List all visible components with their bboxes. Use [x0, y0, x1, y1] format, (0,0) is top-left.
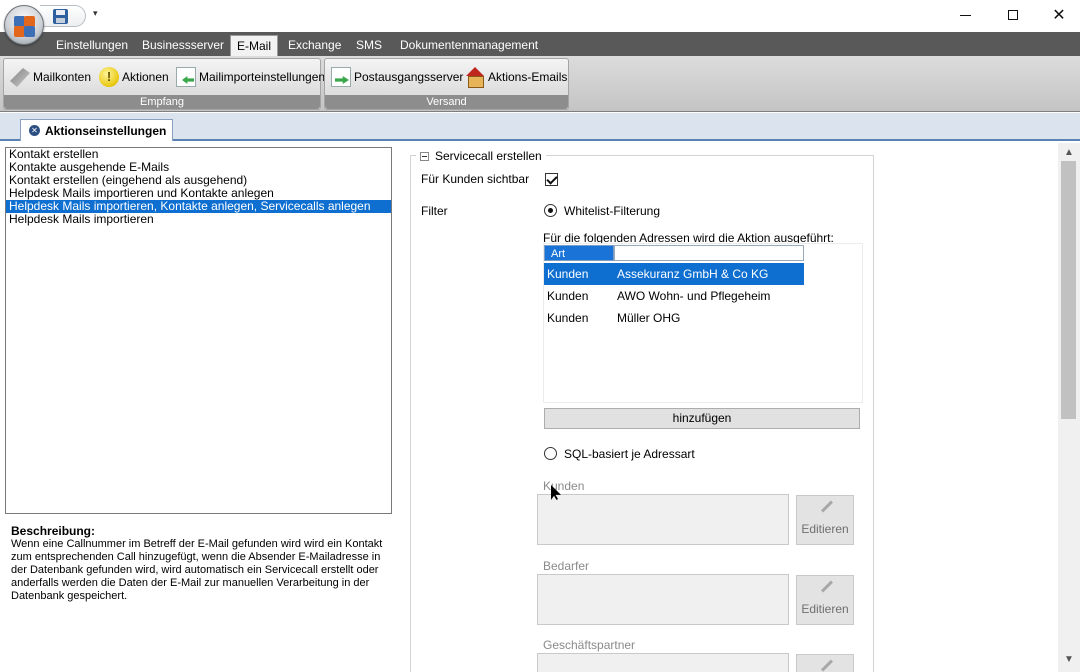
tab-businessserver[interactable]: Businessserver — [136, 35, 230, 56]
scroll-down-icon[interactable]: ▼ — [1058, 654, 1080, 670]
minimize-icon — [959, 14, 971, 16]
close-icon: ✕ — [1052, 7, 1066, 24]
quick-access-toolbar — [40, 5, 86, 27]
address-grid[interactable]: Art Kunden Assekuranz GmbH & Co KG Kunde… — [543, 243, 863, 403]
table-row[interactable]: Kunden Assekuranz GmbH & Co KG — [544, 263, 804, 285]
cell-art: Kunden — [547, 311, 589, 325]
vertical-scrollbar[interactable]: ▲ ▼ — [1058, 143, 1080, 672]
mailkonten-label: Mailkonten — [33, 70, 92, 84]
close-button[interactable]: ✕ — [1036, 0, 1080, 30]
aktionen-label: Aktionen — [122, 70, 169, 84]
description-title: Beschreibung: — [11, 524, 96, 538]
grid-header: Art — [544, 245, 804, 261]
document-tab-strip: ✕ Aktionseinstellungen — [0, 113, 1080, 141]
tab-exchange[interactable]: Exchange — [282, 35, 347, 56]
sql-radio[interactable] — [544, 447, 557, 460]
mail-import-icon — [176, 67, 196, 87]
grid-header-art[interactable]: Art — [544, 245, 614, 261]
mail-accounts-icon — [10, 68, 30, 87]
aktions-emails-label: Aktions-Emails — [488, 70, 568, 84]
tab-sms[interactable]: SMS — [350, 35, 388, 56]
mailimporteinstellungen-label: Mailimporteinstellungen — [199, 70, 326, 84]
close-tab-icon[interactable]: ✕ — [29, 125, 40, 136]
list-item[interactable]: Helpdesk Mails importieren — [6, 213, 391, 226]
aktionen-button[interactable]: Aktionen — [99, 65, 169, 89]
section-label-kunden: Kunden — [543, 479, 585, 493]
mouse-cursor-icon — [551, 485, 561, 501]
whitelist-label: Whitelist-Filterung — [564, 204, 661, 218]
group-label-versand: Versand — [325, 95, 568, 109]
mailimporteinstellungen-button[interactable]: Mailimporteinstellungen — [176, 65, 325, 89]
cell-art: Kunden — [547, 267, 589, 281]
minimize-button[interactable] — [942, 0, 988, 30]
postausgangsserver-button[interactable]: Postausgangsserver — [331, 65, 463, 89]
settings-pane: Servicecall erstellen Für Kunden sichtba… — [408, 143, 1058, 672]
save-icon[interactable] — [53, 9, 68, 24]
cell-art: Kunden — [547, 289, 589, 303]
quick-access-dropdown-icon[interactable]: ▾ — [93, 8, 98, 19]
grid-header-name[interactable] — [614, 245, 804, 261]
description-text: Wenn eine Callnummer im Betreff der E-Ma… — [11, 538, 383, 602]
warning-icon — [99, 67, 119, 87]
pencil-icon — [820, 500, 834, 513]
tab-aktionseinstellungen[interactable]: ✕ Aktionseinstellungen — [20, 119, 174, 141]
edit-bedarfer-label: Editieren — [801, 602, 849, 616]
servicecall-group-header[interactable]: Servicecall erstellen — [416, 149, 546, 163]
ribbon-tabs: Einstellungen Businessserver E-Mail Exch… — [0, 32, 1080, 56]
mailkonten-button[interactable]: Mailkonten — [10, 65, 91, 89]
table-row[interactable]: Kunden AWO Wohn- und Pflegeheim — [544, 285, 804, 307]
outgoing-server-icon — [331, 67, 351, 87]
group-empfang: Mailkonten Aktionen Mailimporteinstellun… — [3, 58, 325, 110]
title-bar: ▾ ✕ — [0, 0, 1080, 45]
pencil-icon — [820, 659, 834, 672]
sql-box-geschaeftspartner — [537, 653, 789, 672]
edit-kunden-button[interactable]: Editieren — [796, 495, 854, 545]
filter-label: Filter — [421, 204, 448, 218]
aktions-emails-button[interactable]: Aktions-Emails — [465, 65, 567, 89]
sql-box-kunden — [537, 494, 789, 545]
cell-name: Müller OHG — [617, 311, 681, 325]
edit-kunden-label: Editieren — [801, 522, 849, 536]
actions-pane: Kontakt erstellen Kontakte ausgehende E-… — [0, 143, 400, 672]
edit-geschaeftspartner-button[interactable] — [796, 654, 854, 672]
servicecall-group-title: Servicecall erstellen — [435, 149, 542, 163]
scroll-thumb[interactable] — [1061, 161, 1076, 419]
cell-name: AWO Wohn- und Pflegeheim — [617, 289, 771, 303]
postausgangsserver-label: Postausgangsserver — [354, 70, 464, 84]
maximize-button[interactable] — [990, 0, 1036, 30]
tab-email[interactable]: E-Mail — [230, 35, 279, 56]
action-emails-icon — [465, 67, 485, 88]
tab-einstellungen[interactable]: Einstellungen — [50, 35, 134, 56]
cell-name: Assekuranz GmbH & Co KG — [617, 267, 769, 281]
tab-dokumentenmanagement[interactable]: Dokumentenmanagement — [394, 35, 544, 56]
edit-bedarfer-button[interactable]: Editieren — [796, 575, 854, 625]
sql-label: SQL-basiert je Adressart — [564, 447, 695, 461]
visible-for-customers-label: Für Kunden sichtbar — [421, 172, 530, 186]
collapse-icon[interactable] — [420, 151, 429, 161]
actions-list[interactable]: Kontakt erstellen Kontakte ausgehende E-… — [5, 147, 392, 514]
ribbon: Mailkonten Aktionen Mailimporteinstellun… — [0, 56, 1080, 112]
tab-aktionseinstellungen-label: Aktionseinstellungen — [45, 123, 167, 138]
group-label-empfang: Empfang — [4, 95, 320, 109]
section-label-geschaeftspartner: Geschäftspartner — [543, 638, 636, 652]
application-menu-button[interactable] — [4, 5, 44, 45]
sql-box-bedarfer — [537, 574, 789, 625]
visible-for-customers-checkbox[interactable] — [545, 173, 558, 186]
pencil-icon — [820, 580, 834, 593]
group-versand: Postausgangsserver Aktions-Emails Versan… — [324, 58, 569, 110]
add-address-button[interactable]: hinzufügen — [544, 408, 860, 429]
maximize-icon — [1008, 10, 1018, 20]
table-row[interactable]: Kunden Müller OHG — [544, 307, 804, 329]
whitelist-radio[interactable] — [544, 204, 557, 217]
section-label-bedarfer: Bedarfer — [543, 559, 590, 573]
